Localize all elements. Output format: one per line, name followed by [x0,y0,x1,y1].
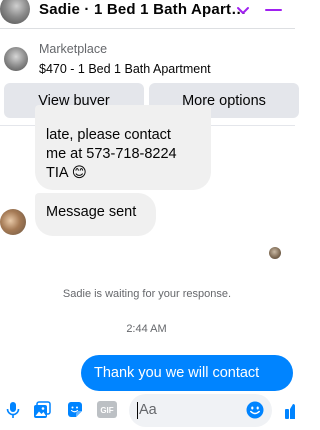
emoji-icon[interactable] [246,401,264,419]
conversation-title[interactable]: Sadie · 1 Bed 1 Bath Apart… [39,0,246,20]
waiting-notice: Sadie is waiting for your response. [0,288,295,300]
message-composer: GIF Aa [0,391,295,430]
minimize-icon[interactable] [265,9,282,11]
listing-title[interactable]: $470 - 1 Bed 1 Bath Apartment [39,62,211,76]
incoming-message: late, please contact me at 573-718-8224 … [35,105,211,190]
message-input[interactable]: Aa [129,394,272,427]
photo-icon[interactable] [33,401,51,419]
message-line: me at 573-718-8224 [46,146,177,162]
text-caret [137,402,138,419]
chevron-down-icon[interactable] [235,2,251,18]
chat-header: Sadie · 1 Bed 1 Bath Apart… [0,0,295,28]
outgoing-message: Thank you we will contact [81,355,293,391]
waiting-notice-text: Sadie is waiting for your response. [62,288,232,300]
like-icon[interactable] [285,403,295,419]
sender-avatar[interactable] [0,209,26,235]
listing-thumbnail[interactable] [4,47,28,71]
message-line: late, please contact [46,127,171,143]
seen-indicator-avatar [269,247,281,259]
gif-label: GIF [100,406,113,415]
message-timestamp: 2:44 AM [126,323,167,335]
microphone-icon[interactable] [4,401,22,419]
gif-icon[interactable]: GIF [97,401,117,418]
context-source: Marketplace [39,42,108,56]
incoming-message: Message sent [35,193,156,236]
message-line: TIA 😊 [46,165,87,181]
contact-avatar[interactable] [0,0,30,24]
sticker-icon[interactable] [66,401,84,419]
message-input-placeholder: Aa [139,402,157,418]
